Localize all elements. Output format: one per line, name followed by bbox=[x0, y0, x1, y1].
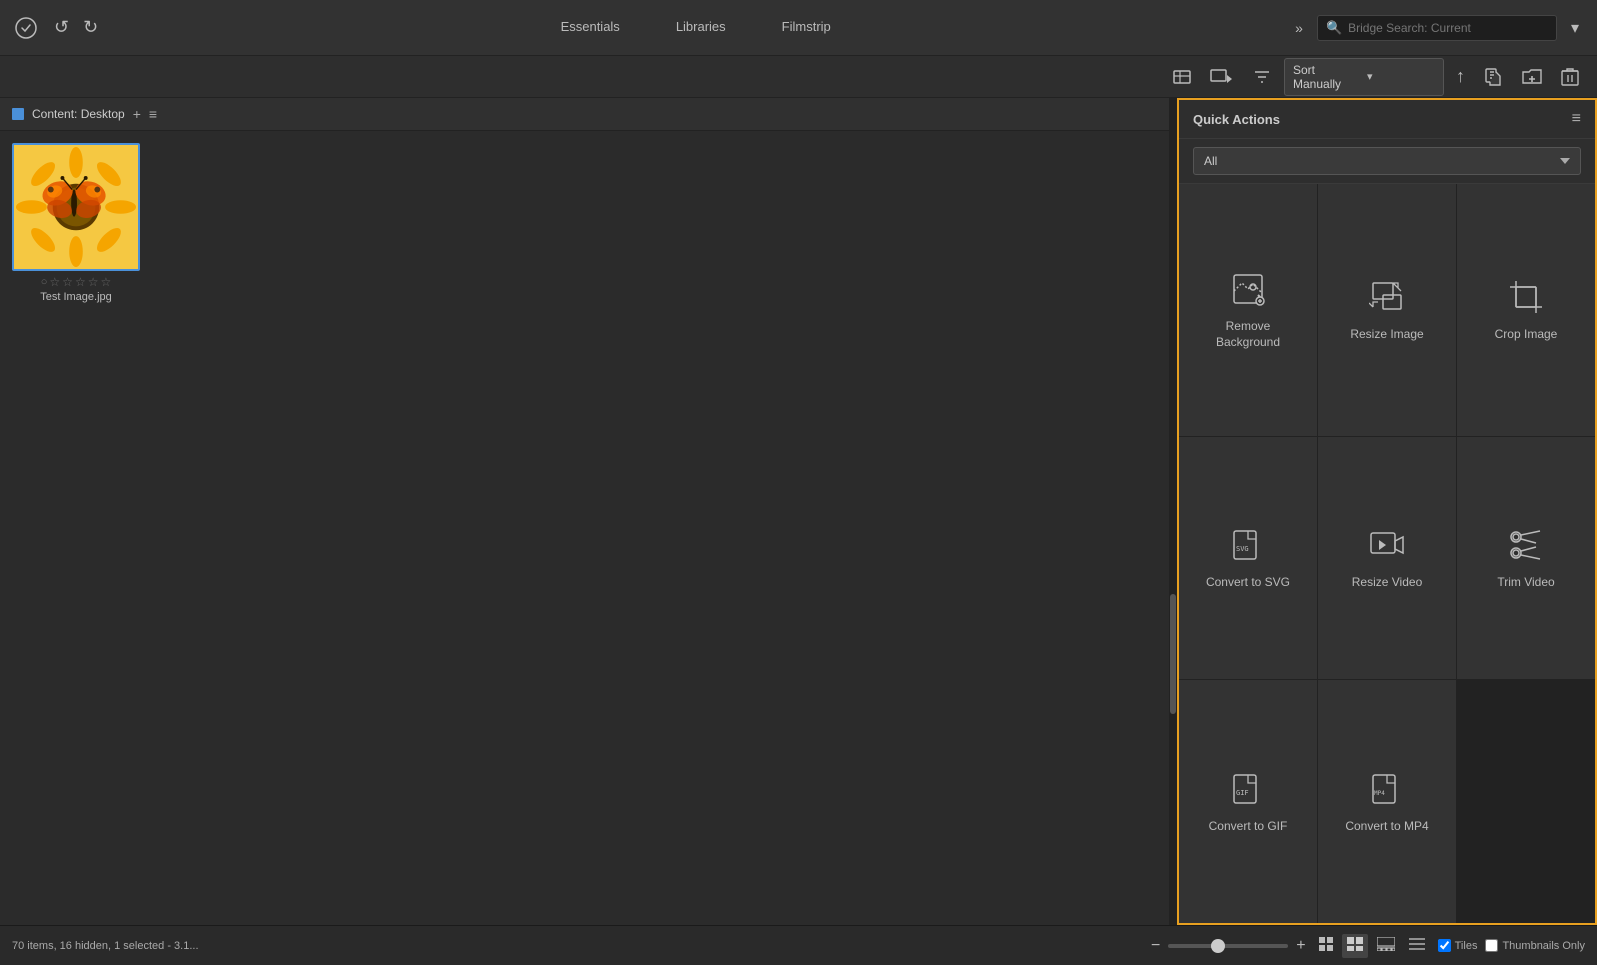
filter-button[interactable] bbox=[1246, 63, 1278, 91]
main-content: Content: Desktop + ≡ bbox=[0, 98, 1597, 925]
app-logo[interactable] bbox=[12, 14, 40, 42]
quick-action-trim-video[interactable]: Trim Video bbox=[1457, 437, 1595, 680]
sort-direction-button[interactable]: ↑ bbox=[1450, 62, 1471, 91]
remove-bg-label: RemoveBackground bbox=[1216, 319, 1280, 350]
new-folder-button[interactable] bbox=[1515, 63, 1549, 91]
toolbar-row: Sort Manually ▾ ↑ bbox=[0, 56, 1597, 98]
recent-files-button[interactable] bbox=[1477, 63, 1509, 91]
view-buttons bbox=[1314, 934, 1430, 958]
resize-image-label: Resize Image bbox=[1350, 327, 1423, 343]
star-1: ☆ bbox=[49, 275, 60, 289]
quick-action-resize-image[interactable]: Resize Image bbox=[1318, 184, 1456, 436]
bottom-bar: 70 items, 16 hidden, 1 selected - 3.1...… bbox=[0, 925, 1597, 965]
quick-actions-panel: Quick Actions ≡ All Images Video bbox=[1177, 98, 1597, 925]
thumbnail-image-wrap bbox=[12, 143, 140, 271]
star-3: ☆ bbox=[75, 275, 86, 289]
trim-video-icon bbox=[1506, 525, 1546, 565]
resize-video-icon bbox=[1367, 525, 1407, 565]
sort-dropdown-arrow: ▾ bbox=[1367, 70, 1435, 83]
trim-video-label: Trim Video bbox=[1497, 575, 1554, 591]
convert-svg-label: Convert to SVG bbox=[1206, 575, 1290, 591]
nav-tabs: Essentials Libraries Filmstrip bbox=[533, 11, 859, 44]
convert-mp4-icon: MP4 bbox=[1367, 769, 1407, 809]
tab-essentials[interactable]: Essentials bbox=[533, 11, 648, 44]
convert-gif-label: Convert to GIF bbox=[1209, 819, 1288, 835]
resize-video-label: Resize Video bbox=[1352, 575, 1423, 591]
grid-view-button[interactable] bbox=[1314, 934, 1338, 958]
quick-actions-filter: All Images Video bbox=[1179, 139, 1595, 184]
quick-actions-menu-button[interactable]: ≡ bbox=[1572, 110, 1581, 128]
convert-svg-icon: SVG bbox=[1228, 525, 1268, 565]
crop-image-label: Crop Image bbox=[1495, 327, 1558, 343]
thumbnail-quality-down-button[interactable] bbox=[1204, 63, 1240, 91]
search-input[interactable] bbox=[1348, 21, 1528, 35]
tiles-checkbox-label: Tiles bbox=[1438, 939, 1478, 952]
remove-bg-icon bbox=[1228, 269, 1268, 309]
sort-dropdown[interactable]: Sort Manually ▾ bbox=[1284, 58, 1444, 96]
svg-text:MP4: MP4 bbox=[1374, 790, 1385, 797]
star-2: ☆ bbox=[62, 275, 73, 289]
list-view-button[interactable] bbox=[1404, 934, 1430, 958]
quick-actions-filter-select[interactable]: All Images Video bbox=[1193, 147, 1581, 175]
zoom-minus-button[interactable]: − bbox=[1151, 937, 1160, 955]
more-tabs-button[interactable]: » bbox=[1289, 16, 1309, 40]
content-title: Content: Desktop bbox=[32, 107, 125, 121]
thumbnail-grid: ○ ☆ ☆ ☆ ☆ ☆ Test Image.jpg bbox=[12, 143, 1157, 303]
svg-text:GIF: GIF bbox=[1236, 789, 1249, 797]
quick-action-convert-mp4[interactable]: MP4 Convert to MP4 bbox=[1318, 680, 1456, 923]
zoom-plus-button[interactable]: + bbox=[1296, 937, 1305, 955]
rating-circle: ○ bbox=[41, 276, 48, 288]
content-header: Content: Desktop + ≡ bbox=[0, 98, 1169, 131]
thumbnail-quality-button[interactable] bbox=[1166, 63, 1198, 91]
convert-mp4-label: Convert to MP4 bbox=[1345, 819, 1428, 835]
crop-image-icon bbox=[1506, 277, 1546, 317]
quick-actions-title: Quick Actions bbox=[1193, 112, 1564, 127]
quick-action-crop-image[interactable]: Crop Image bbox=[1457, 184, 1595, 436]
content-area: ○ ☆ ☆ ☆ ☆ ☆ Test Image.jpg bbox=[0, 131, 1169, 925]
quick-actions-grid: RemoveBackground Resize Image bbox=[1179, 184, 1595, 923]
delete-button[interactable] bbox=[1555, 63, 1585, 91]
top-bar: ↺ ↻ Essentials Libraries Filmstrip » 🔍 ▾ bbox=[0, 0, 1597, 56]
star-4: ☆ bbox=[88, 275, 99, 289]
star-5: ☆ bbox=[100, 275, 111, 289]
sort-label: Sort Manually bbox=[1293, 63, 1361, 91]
medium-grid-button[interactable] bbox=[1342, 934, 1368, 958]
content-menu-button[interactable]: ≡ bbox=[149, 106, 157, 122]
svg-text:SVG: SVG bbox=[1236, 545, 1249, 553]
thumbnail-label: Test Image.jpg bbox=[40, 291, 112, 303]
quick-action-remove-bg[interactable]: RemoveBackground bbox=[1179, 184, 1317, 436]
tab-libraries[interactable]: Libraries bbox=[648, 11, 754, 44]
quick-actions-header: Quick Actions ≡ bbox=[1179, 100, 1595, 139]
quick-action-resize-video[interactable]: Resize Video bbox=[1318, 437, 1456, 680]
quick-action-convert-svg[interactable]: SVG Convert to SVG bbox=[1179, 437, 1317, 680]
undo-redo-group: ↺ ↻ bbox=[50, 15, 102, 40]
tiles-label: Tiles bbox=[1455, 940, 1478, 952]
left-panel: Content: Desktop + ≡ bbox=[0, 98, 1169, 925]
thumbnails-only-text: Thumbnails Only bbox=[1502, 940, 1585, 952]
content-add-button[interactable]: + bbox=[133, 106, 141, 122]
thumbnails-only-checkbox[interactable] bbox=[1485, 939, 1498, 952]
content-color-indicator bbox=[12, 108, 24, 120]
thumb-rating: ○ ☆ ☆ ☆ ☆ ☆ bbox=[41, 275, 111, 289]
undo-button[interactable]: ↺ bbox=[50, 15, 73, 40]
convert-gif-icon: GIF bbox=[1228, 769, 1268, 809]
quick-action-convert-gif[interactable]: GIF Convert to GIF bbox=[1179, 680, 1317, 923]
tiles-checkbox[interactable] bbox=[1438, 939, 1451, 952]
zoom-slider[interactable] bbox=[1168, 944, 1288, 948]
search-bar: 🔍 bbox=[1317, 15, 1557, 41]
resize-image-icon bbox=[1367, 277, 1407, 317]
tab-filmstrip[interactable]: Filmstrip bbox=[754, 11, 859, 44]
filmstrip-button[interactable] bbox=[1372, 934, 1400, 958]
scroll-thumb[interactable] bbox=[1170, 594, 1176, 714]
status-text: 70 items, 16 hidden, 1 selected - 3.1... bbox=[12, 940, 1143, 952]
thumbnails-only-label: Thumbnails Only bbox=[1485, 939, 1585, 952]
search-icon: 🔍 bbox=[1326, 20, 1342, 36]
list-item[interactable]: ○ ☆ ☆ ☆ ☆ ☆ Test Image.jpg bbox=[12, 143, 140, 303]
search-dropdown-button[interactable]: ▾ bbox=[1565, 16, 1585, 40]
redo-button[interactable]: ↻ bbox=[79, 15, 102, 40]
scroll-track[interactable] bbox=[1169, 98, 1177, 925]
